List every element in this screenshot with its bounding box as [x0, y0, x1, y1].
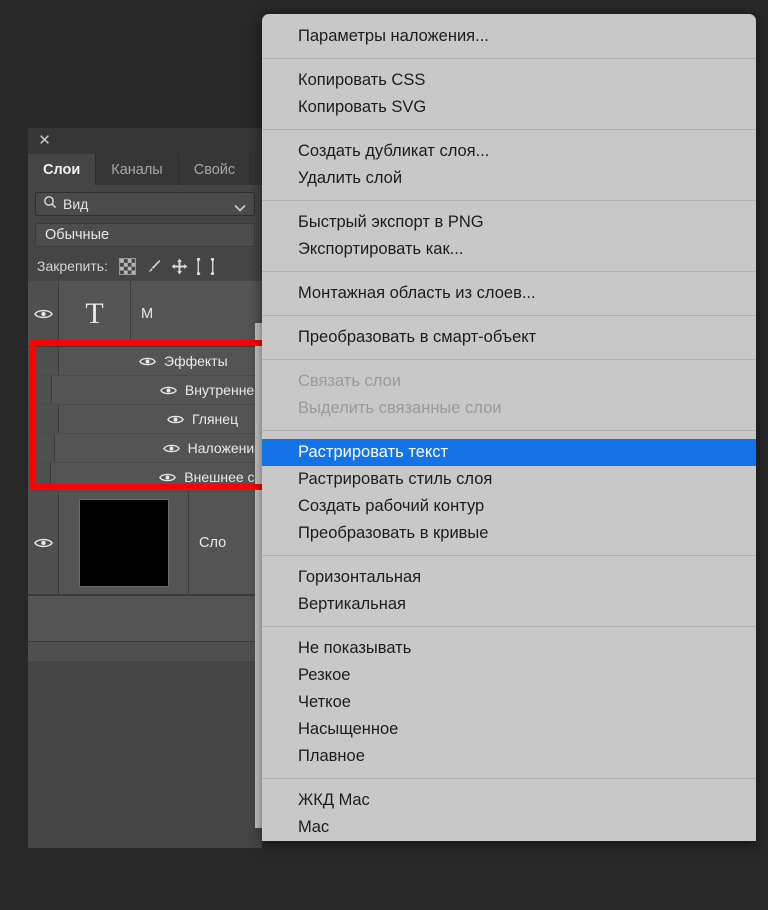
- tab-properties[interactable]: Свойс: [179, 154, 251, 185]
- panel-footer-area: [28, 595, 262, 641]
- effect-visibility-toggle[interactable]: [28, 463, 51, 491]
- eye-icon[interactable]: [167, 414, 184, 425]
- eye-icon: [34, 537, 53, 549]
- layers-panel: ✕ Слои Каналы Свойс Вид: [28, 128, 262, 848]
- list-item[interactable]: Наложение: [28, 434, 262, 463]
- layer-thumbnail[interactable]: T: [59, 281, 131, 346]
- eye-icon: [34, 308, 53, 320]
- effect-label: Глянец: [192, 411, 238, 427]
- list-item[interactable]: Внешнее св: [28, 463, 262, 492]
- menu-item-duplicate-layer[interactable]: Создать дубликат слоя...: [262, 138, 756, 165]
- menu-separator: [262, 271, 756, 272]
- menu-separator: [262, 359, 756, 360]
- tab-layers[interactable]: Слои: [28, 154, 96, 185]
- effect-label: Внутреннее: [185, 382, 262, 398]
- eye-icon[interactable]: [159, 472, 176, 483]
- menu-item-vertical[interactable]: Вертикальная: [262, 591, 756, 618]
- menu-item-horizontal[interactable]: Горизонтальная: [262, 564, 756, 591]
- layer-name: Сло: [189, 535, 226, 551]
- table-row[interactable]: Сло: [28, 492, 262, 595]
- table-row[interactable]: T М: [28, 281, 262, 347]
- effect-visibility-toggle[interactable]: [28, 347, 59, 375]
- panel-titlebar: ✕: [28, 128, 262, 154]
- menu-item-create-work-path[interactable]: Создать рабочий контур: [262, 493, 756, 520]
- checkerboard-icon[interactable]: [119, 258, 136, 275]
- list-item[interactable]: Внутреннее: [28, 376, 262, 405]
- menu-item-antialias-crisp[interactable]: Четкое: [262, 689, 756, 716]
- menu-item-blending-options[interactable]: Параметры наложения...: [262, 23, 756, 50]
- layer-visibility-toggle[interactable]: [28, 281, 59, 346]
- layer-filter-dropdown[interactable]: Вид: [35, 192, 255, 216]
- eye-icon[interactable]: [139, 356, 156, 367]
- menu-item-convert-to-shape[interactable]: Преобразовать в кривые: [262, 520, 756, 547]
- menu-item-rasterize-type[interactable]: Растрировать текст: [262, 439, 756, 466]
- close-icon[interactable]: ✕: [37, 133, 52, 148]
- menu-item-link-layers: Связать слои: [262, 368, 756, 395]
- menu-separator: [262, 626, 756, 627]
- eye-icon[interactable]: [163, 443, 180, 454]
- menu-item-copy-css[interactable]: Копировать CSS: [262, 67, 756, 94]
- layer-name: М: [131, 306, 153, 322]
- menu-item-convert-to-smart-object[interactable]: Преобразовать в смарт-объект: [262, 324, 756, 351]
- layer-thumbnail[interactable]: [59, 492, 189, 594]
- menu-item-select-linked-layers: Выделить связанные слои: [262, 395, 756, 422]
- layer-filter-value: Вид: [63, 196, 88, 212]
- brush-icon[interactable]: [145, 258, 162, 275]
- raster-thumbnail: [79, 499, 169, 587]
- lock-label: Закрепить:: [37, 258, 108, 274]
- lock-toolbar: Закрепить:: [28, 251, 262, 281]
- screen: ✕ Слои Каналы Свойс Вид: [0, 0, 768, 910]
- menu-item-delete-layer[interactable]: Удалить слой: [262, 165, 756, 192]
- menu-item-antialias-sharp[interactable]: Резкое: [262, 662, 756, 689]
- context-menu: Параметры наложения... Копировать CSS Ко…: [262, 14, 756, 841]
- list-item[interactable]: Глянец: [28, 405, 262, 434]
- layer-list: T М Эффекты: [28, 281, 262, 661]
- menu-item-antialias-strong[interactable]: Насыщенное: [262, 716, 756, 743]
- menu-item-quick-export-png[interactable]: Быстрый экспорт в PNG: [262, 209, 756, 236]
- effect-label: Наложение: [188, 440, 262, 456]
- panel-footer-bar: [28, 641, 262, 661]
- move-icon[interactable]: [171, 258, 188, 275]
- menu-item-antialias-none[interactable]: Не показывать: [262, 635, 756, 662]
- search-icon: [43, 195, 57, 214]
- tab-channels[interactable]: Каналы: [96, 154, 178, 185]
- effect-label: Внешнее св: [184, 469, 262, 485]
- panel-tabbar: Слои Каналы Свойс: [28, 154, 262, 185]
- list-item[interactable]: Эффекты: [28, 347, 262, 376]
- effect-label: Эффекты: [164, 353, 228, 369]
- menu-separator: [262, 555, 756, 556]
- menu-separator: [262, 430, 756, 431]
- eye-icon[interactable]: [160, 385, 177, 396]
- blend-mode-value: Обычные: [45, 227, 109, 243]
- menu-item-artboard-from-layers[interactable]: Монтажная область из слоев...: [262, 280, 756, 307]
- menu-item-antialias-mac-lcd[interactable]: ЖКД Mac: [262, 787, 756, 814]
- blend-mode-dropdown[interactable]: Обычные: [35, 223, 255, 247]
- menu-item-antialias-smooth[interactable]: Плавное: [262, 743, 756, 770]
- chevron-down-icon[interactable]: [234, 200, 246, 218]
- menu-separator: [262, 200, 756, 201]
- menu-separator: [262, 58, 756, 59]
- text-layer-thumbnail-glyph: T: [85, 297, 103, 331]
- menu-item-rasterize-layer-style[interactable]: Растрировать стиль слоя: [262, 466, 756, 493]
- panel-scrollbar[interactable]: [255, 323, 262, 828]
- effect-visibility-toggle[interactable]: [28, 405, 59, 433]
- menu-item-export-as[interactable]: Экспортировать как...: [262, 236, 756, 263]
- effect-visibility-toggle[interactable]: [28, 376, 52, 404]
- effect-visibility-toggle[interactable]: [28, 434, 55, 462]
- menu-item-copy-svg[interactable]: Копировать SVG: [262, 94, 756, 121]
- filter-row: Вид: [28, 185, 262, 216]
- menu-separator: [262, 315, 756, 316]
- menu-item-antialias-mac[interactable]: Mac: [262, 814, 756, 841]
- menu-separator: [262, 129, 756, 130]
- menu-separator: [262, 778, 756, 779]
- blend-mode-row: Обычные: [28, 216, 262, 247]
- layer-visibility-toggle[interactable]: [28, 492, 59, 594]
- artboard-icon[interactable]: [197, 258, 214, 275]
